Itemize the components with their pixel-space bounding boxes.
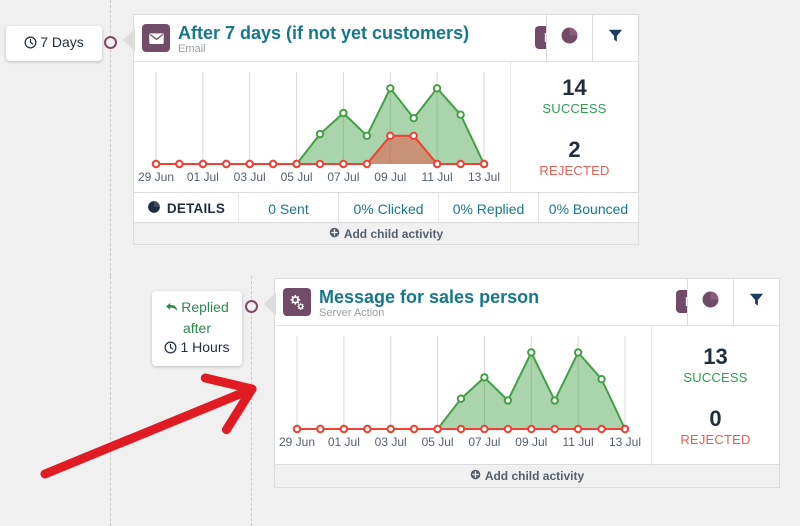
activity-title: Message for sales person: [319, 287, 539, 307]
workflow-canvas: 7 Days After 7 days (if not yet customer…: [0, 0, 800, 526]
svg-text:07 Jul: 07 Jul: [327, 170, 359, 184]
add-child-activity-1[interactable]: Add child activity: [133, 223, 639, 245]
svg-text:11 Jul: 11 Jul: [422, 170, 453, 184]
guide-line-level2: [251, 276, 252, 526]
filter-tab-button[interactable]: [733, 279, 779, 325]
card-title-block: Message for sales person Server Action: [319, 286, 670, 319]
kpi-rejected: 0 REJECTED: [680, 406, 750, 448]
line-area-chart: 29 Jun 01 Jul 03 Jul 05 Jul 07 Jul 09 Jul 11 J…: [134, 62, 510, 192]
add-child-activity-label-1: Add child activity: [344, 227, 443, 241]
add-child-activity-2[interactable]: Add child activity: [274, 465, 780, 488]
pie-chart-icon: [560, 26, 579, 50]
stats-bar: DETAILS 0 Sent 0% Clicked 0% Replied 0% …: [134, 192, 638, 224]
stat-bounced[interactable]: 0% Bounced: [539, 193, 638, 224]
node-connector-dot-1[interactable]: [104, 36, 117, 49]
card-title-block: After 7 days (if not yet customers) Emai…: [178, 22, 529, 55]
kpi-panel: 13 SUCCESS 0 REJECTED: [651, 326, 779, 465]
activity-subtitle: Server Action: [319, 307, 670, 319]
guide-line-level1-lower: [110, 276, 111, 526]
kpi-success-label: SUCCESS: [542, 101, 606, 117]
activity-title: After 7 days (if not yet customers): [178, 23, 469, 43]
kpi-panel: 14 SUCCESS 2 REJECTED: [510, 62, 638, 192]
kpi-success: 13 SUCCESS: [683, 344, 747, 386]
svg-text:03 Jul: 03 Jul: [234, 170, 266, 184]
kpi-rejected-value: 2: [539, 137, 609, 163]
line-area-chart: 29 Jun 01 Jul 03 Jul 05 Jul 07 Jul 09 Jul 11 J…: [275, 326, 651, 465]
trigger-badge-line3-row: 1 Hours: [164, 338, 230, 359]
trigger-badge-line2: after: [164, 319, 230, 338]
trigger-badge-replied[interactable]: Replied after 1 Hours: [152, 291, 242, 366]
svg-text:09 Jul: 09 Jul: [374, 170, 406, 184]
trigger-badge-line1: Replied: [181, 299, 228, 315]
envelope-icon: [142, 24, 170, 52]
delay-badge-label: 7 Days: [40, 34, 84, 50]
plus-circle-icon: [470, 469, 481, 483]
svg-text:01 Jul: 01 Jul: [328, 435, 360, 449]
clock-icon: [24, 35, 37, 54]
funnel-filter-icon: [607, 27, 624, 49]
svg-text:13 Jul: 13 Jul: [468, 170, 500, 184]
card-body: 29 Jun 01 Jul 03 Jul 05 Jul 07 Jul 09 Jul 11 J…: [134, 61, 638, 192]
svg-text:05 Jul: 05 Jul: [281, 170, 313, 184]
plus-circle-icon: [329, 227, 340, 241]
kpi-rejected-label: REJECTED: [539, 163, 609, 179]
card-header: Message for sales person Server Action E…: [275, 279, 779, 325]
kpi-success-value: 13: [683, 344, 747, 370]
activity-chart-email: 29 Jun 01 Jul 03 Jul 05 Jul 07 Jul 09 Jul 11 J…: [134, 62, 510, 192]
trigger-badge-line3: 1 Hours: [180, 339, 229, 355]
svg-text:03 Jul: 03 Jul: [375, 435, 407, 449]
pie-chart-icon: [147, 200, 161, 217]
stat-replied[interactable]: 0% Replied: [439, 193, 539, 224]
svg-text:29 Jun: 29 Jun: [279, 435, 315, 449]
details-button[interactable]: DETAILS: [134, 193, 239, 224]
node-connector-dot-2[interactable]: [245, 300, 258, 313]
pie-chart-tab-button[interactable]: [546, 15, 592, 61]
kpi-rejected-label: REJECTED: [680, 432, 750, 448]
kpi-success: 14 SUCCESS: [542, 75, 606, 117]
activity-card-server-action: Message for sales person Server Action E…: [274, 278, 780, 465]
gears-icon: [283, 288, 311, 316]
svg-text:11 Jul: 11 Jul: [563, 435, 594, 449]
pie-chart-tab-button[interactable]: [687, 279, 733, 325]
reply-arrow-icon: [165, 300, 179, 319]
card-body: 29 Jun 01 Jul 03 Jul 05 Jul 07 Jul 09 Jul 11 J…: [275, 325, 779, 465]
svg-text:07 Jul: 07 Jul: [468, 435, 500, 449]
card-pointer-tail: [264, 293, 275, 315]
svg-text:13 Jul: 13 Jul: [609, 435, 641, 449]
red-arrow-icon: [45, 378, 252, 474]
delay-badge-7-days[interactable]: 7 Days: [6, 26, 102, 61]
stat-sent[interactable]: 0 Sent: [239, 193, 339, 224]
svg-text:09 Jul: 09 Jul: [515, 435, 547, 449]
kpi-rejected-value: 0: [680, 406, 750, 432]
funnel-filter-icon: [748, 291, 765, 313]
activity-subtitle: Email: [178, 43, 529, 55]
svg-text:05 Jul: 05 Jul: [422, 435, 454, 449]
kpi-success-label: SUCCESS: [683, 370, 747, 386]
add-child-activity-label-2: Add child activity: [485, 469, 584, 483]
kpi-rejected: 2 REJECTED: [539, 137, 609, 179]
svg-text:01 Jul: 01 Jul: [187, 170, 219, 184]
clock-icon: [164, 340, 177, 359]
card-pointer-tail: [123, 29, 134, 51]
kpi-success-value: 14: [542, 75, 606, 101]
activity-chart-server-action: 29 Jun 01 Jul 03 Jul 05 Jul 07 Jul 09 Jul 11 J…: [275, 326, 651, 465]
stat-clicked[interactable]: 0% Clicked: [339, 193, 439, 224]
activity-card-email: After 7 days (if not yet customers) Emai…: [133, 14, 639, 223]
pie-chart-icon: [701, 290, 720, 314]
svg-text:29 Jun: 29 Jun: [138, 170, 174, 184]
details-label: DETAILS: [167, 201, 225, 216]
filter-tab-button[interactable]: [592, 15, 638, 61]
card-header: After 7 days (if not yet customers) Emai…: [134, 15, 638, 61]
